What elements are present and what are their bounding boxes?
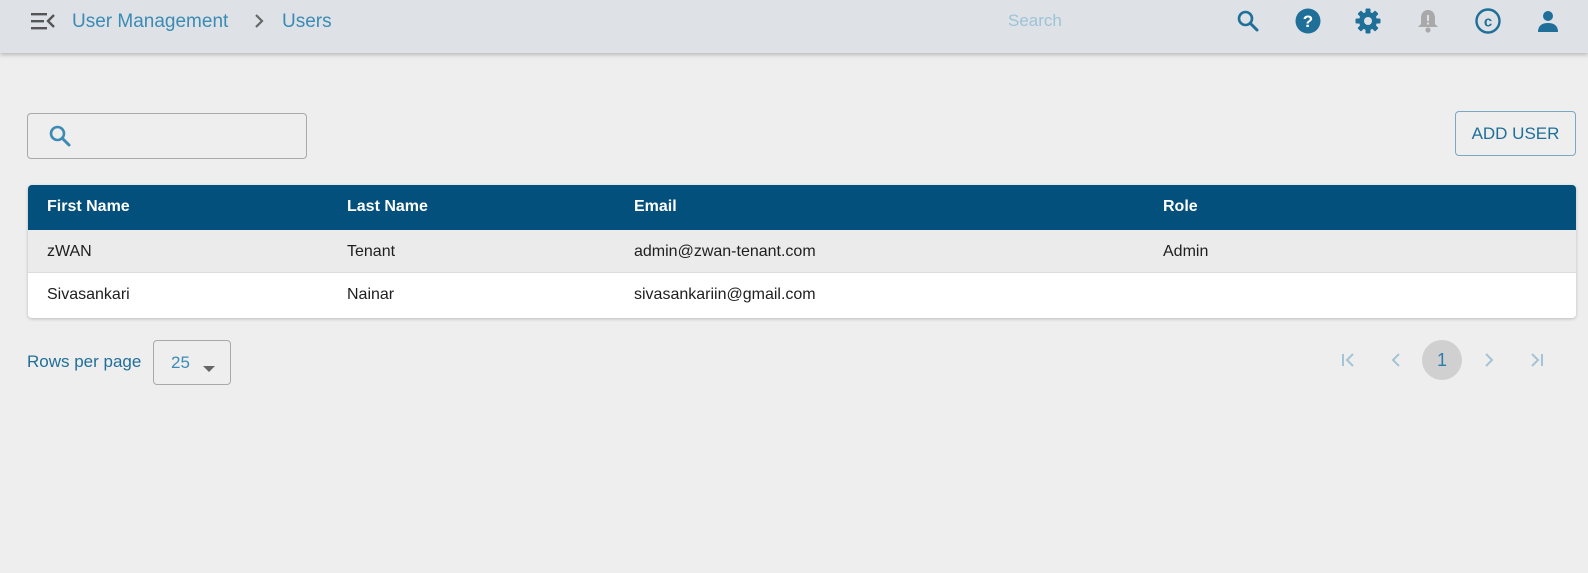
cell-last-name: Tenant (347, 243, 396, 260)
cell-first-name: zWAN (47, 243, 92, 260)
svg-text:?: ? (1303, 12, 1313, 31)
account-icon[interactable] (1535, 8, 1561, 34)
last-page-icon (1531, 353, 1543, 367)
table-header: First Name Last Name Email Role (28, 185, 1576, 230)
chevron-right-icon (252, 12, 266, 30)
table-search-field[interactable] (27, 113, 307, 159)
rows-per-page-value: 25 (171, 353, 190, 372)
column-header-role[interactable]: Role (1163, 198, 1198, 216)
previous-page-button[interactable] (1376, 340, 1416, 380)
table-row[interactable]: Sivasankari Nainar sivasankariin@gmail.c… (28, 273, 1576, 316)
copyright-icon[interactable]: c (1475, 8, 1501, 34)
settings-icon[interactable] (1355, 8, 1381, 34)
column-header-first-name[interactable]: First Name (47, 198, 130, 216)
search-icon[interactable] (1235, 8, 1261, 34)
chevron-right-icon (1485, 353, 1494, 367)
chevron-left-icon (1391, 353, 1400, 367)
cell-email: sivasankariin@gmail.com (634, 286, 816, 303)
notifications-icon[interactable] (1415, 8, 1441, 34)
menu-collapse-icon[interactable] (30, 9, 56, 33)
cell-role: Admin (1163, 243, 1209, 260)
cell-last-name: Nainar (347, 286, 395, 303)
rows-per-page-select[interactable]: 25 (153, 340, 231, 385)
first-page-button[interactable] (1328, 340, 1368, 380)
column-header-email[interactable]: Email (634, 198, 677, 216)
breadcrumb-users[interactable]: Users (282, 11, 332, 33)
last-page-button[interactable] (1517, 340, 1557, 380)
column-header-last-name[interactable]: Last Name (347, 198, 428, 216)
search-icon (48, 124, 72, 148)
cell-email: admin@zwan-tenant.com (634, 243, 816, 260)
first-page-icon (1342, 353, 1354, 367)
rows-per-page-label: Rows per page (27, 352, 142, 371)
table-row[interactable]: zWAN Tenant admin@zwan-tenant.com Admin (28, 230, 1576, 273)
cell-first-name: Sivasankari (47, 286, 130, 303)
help-icon[interactable]: ? (1295, 8, 1321, 34)
add-user-button[interactable]: ADD USER (1455, 111, 1576, 156)
users-table: First Name Last Name Email Role zWAN Ten… (28, 185, 1576, 318)
top-app-bar: User Management Users ? c (0, 0, 1588, 53)
svg-text:c: c (1484, 14, 1492, 31)
page-number-button[interactable]: 1 (1422, 340, 1462, 380)
table-search-input[interactable] (82, 120, 298, 152)
breadcrumb-user-management[interactable]: User Management (72, 11, 228, 33)
caret-down-icon (202, 360, 216, 378)
global-search-input[interactable] (1008, 6, 1188, 36)
next-page-button[interactable] (1469, 340, 1509, 380)
